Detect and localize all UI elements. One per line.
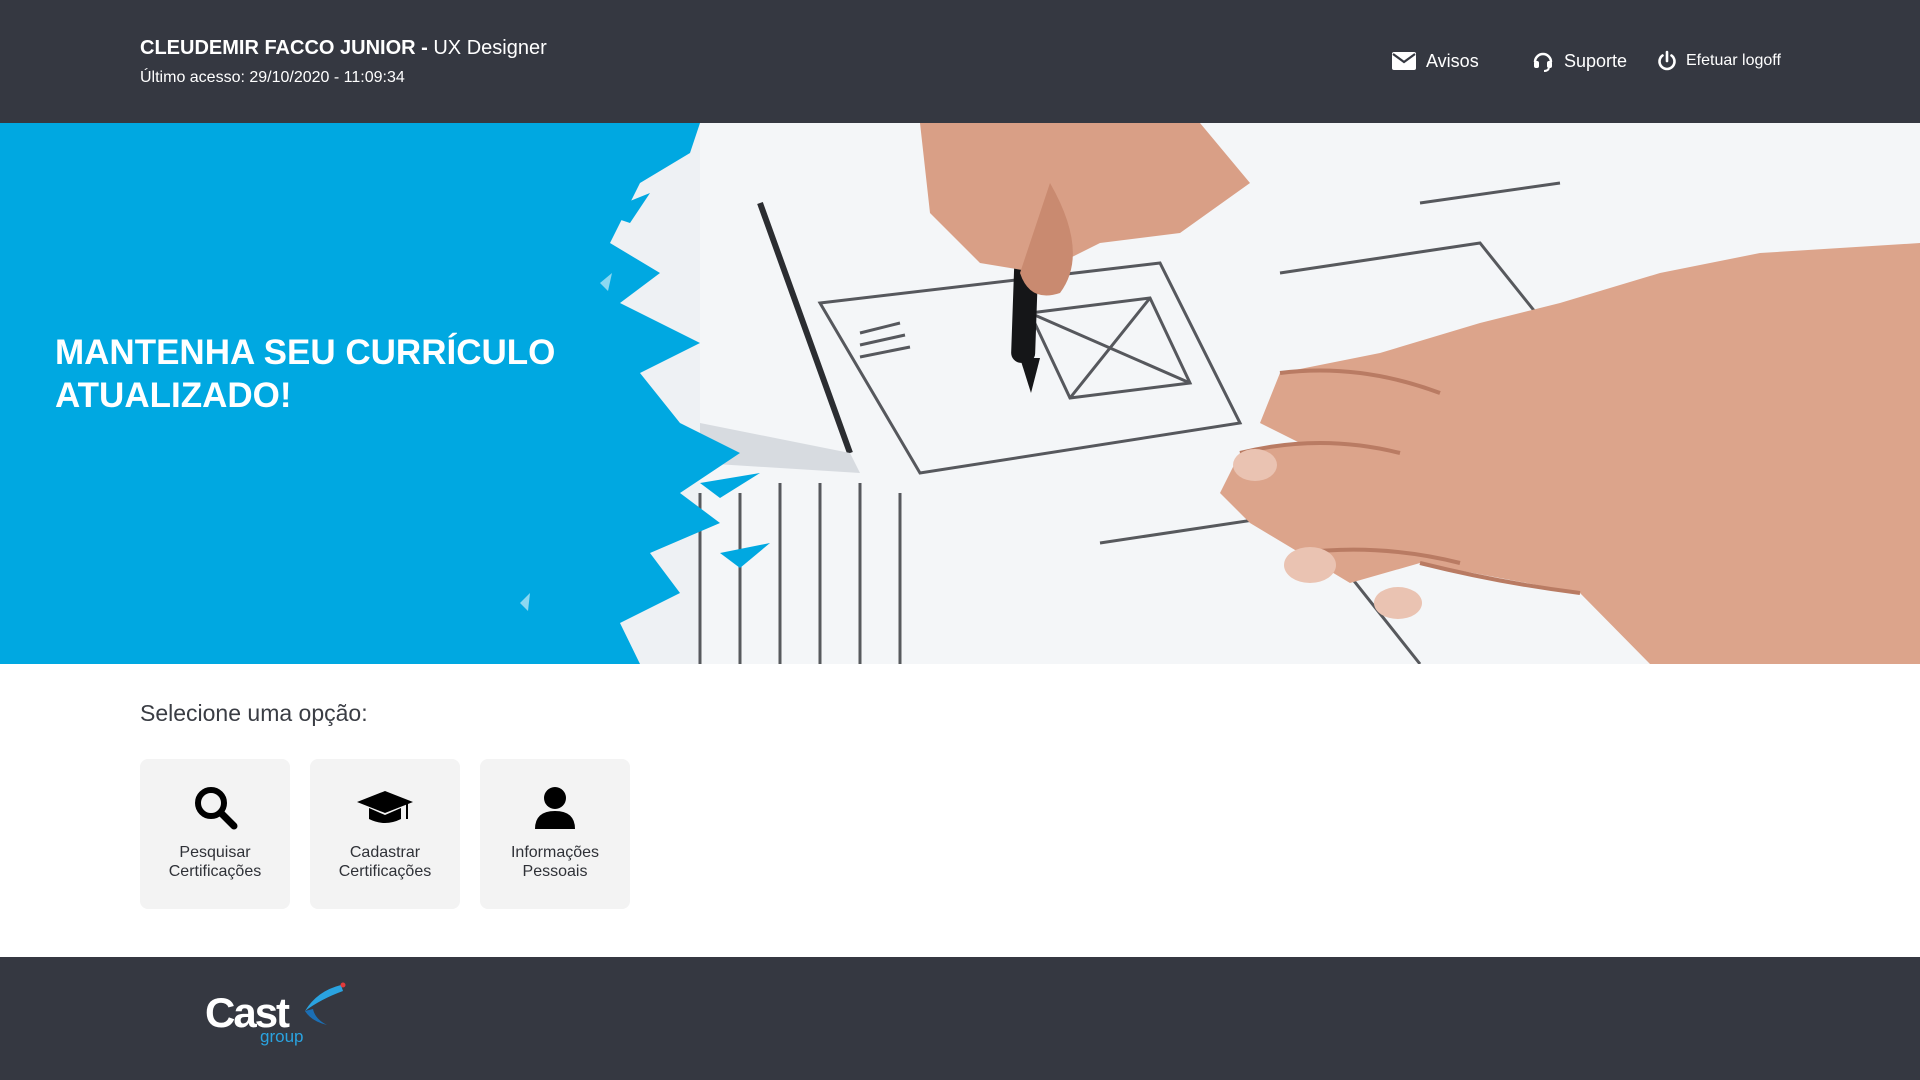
personal-info-card[interactable]: Informações Pessoais	[480, 759, 630, 909]
headset-icon	[1532, 50, 1554, 72]
avisos-label: Avisos	[1426, 50, 1479, 71]
logoff-link[interactable]: Efetuar logoff	[1656, 48, 1781, 74]
suporte-link[interactable]: Suporte	[1532, 48, 1627, 74]
logoff-label: Efetuar logoff	[1686, 52, 1781, 69]
user-icon	[533, 783, 577, 831]
options-list: Pesquisar Certificações Cadastrar Certif…	[140, 759, 630, 909]
card-label: Pesquisar Certificações	[168, 844, 262, 880]
user-role: UX Designer	[433, 37, 547, 59]
logo-swoosh-icon	[305, 982, 346, 1025]
options-prompt: Selecione uma opção:	[140, 700, 368, 726]
footer: Cast group	[0, 957, 1920, 1080]
cast-group-logo: Cast group	[205, 977, 355, 1057]
avisos-link[interactable]: Avisos	[1392, 48, 1479, 74]
envelope-icon	[1392, 52, 1416, 70]
hero-banner: MANTENHA SEU CURRÍCULO ATUALIZADO!	[0, 123, 1920, 664]
user-line: CLEUDEMIR FACCO JUNIOR - UX Designer	[140, 35, 547, 61]
logo-subtext: group	[260, 1027, 304, 1046]
search-icon	[191, 783, 239, 831]
user-info: CLEUDEMIR FACCO JUNIOR - UX Designer Últ…	[140, 35, 547, 87]
user-name: CLEUDEMIR FACCO JUNIOR -	[140, 37, 428, 59]
search-certifications-card[interactable]: Pesquisar Certificações	[140, 759, 290, 909]
suporte-label: Suporte	[1564, 50, 1628, 71]
top-header: CLEUDEMIR FACCO JUNIOR - UX Designer Últ…	[0, 0, 1920, 123]
hero-title: MANTENHA SEU CURRÍCULO ATUALIZADO!	[55, 333, 556, 415]
power-icon	[1656, 50, 1678, 72]
graduation-cap-icon	[355, 783, 415, 831]
card-label: Cadastrar Certificações	[338, 844, 432, 880]
register-certifications-card[interactable]: Cadastrar Certificações	[310, 759, 460, 909]
last-access: Último acesso: 29/10/2020 - 11:09:34	[140, 69, 405, 86]
card-label: Informações Pessoais	[510, 844, 600, 880]
